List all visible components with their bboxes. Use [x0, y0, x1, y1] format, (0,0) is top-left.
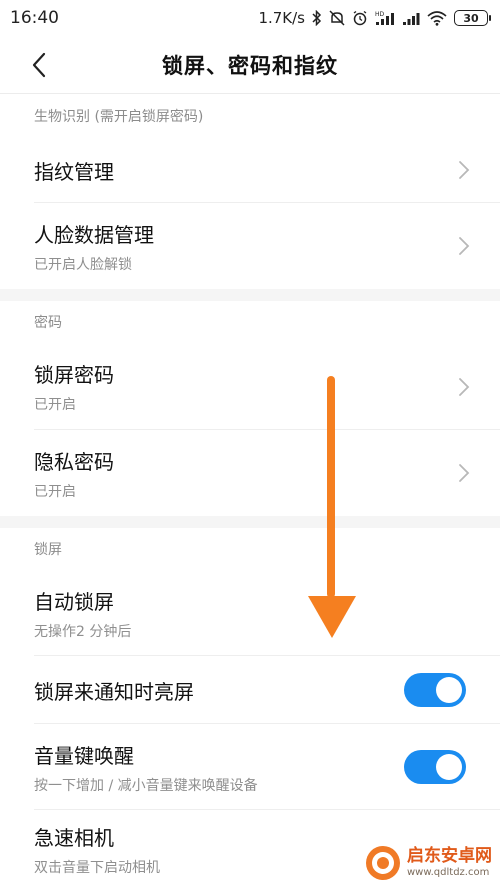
header: 锁屏、密码和指纹	[0, 36, 500, 94]
watermark-logo-icon	[366, 846, 400, 880]
alarm-icon	[352, 10, 368, 26]
volume-key-wake-toggle[interactable]	[404, 750, 466, 784]
chevron-left-icon	[32, 52, 46, 78]
row-title: 指纹管理	[34, 159, 114, 184]
wake-on-notification-toggle[interactable]	[404, 673, 466, 707]
back-button[interactable]	[22, 48, 56, 82]
row-title: 自动锁屏	[34, 589, 114, 614]
watermark: 启东安卓网 www.qdltdz.com	[365, 845, 492, 881]
row-title: 人脸数据管理	[34, 222, 154, 247]
mute-icon	[329, 10, 345, 26]
watermark-title: 启东安卓网	[407, 846, 492, 866]
section-biometrics-label: 生物识别 (需开启锁屏密码)	[34, 109, 204, 125]
section-gap	[0, 516, 500, 528]
battery-icon: 30	[454, 10, 491, 26]
status-icons: 1.7K/s HD 30	[258, 9, 491, 27]
watermark-url: www.qdltdz.com	[407, 867, 490, 878]
chevron-right-icon	[459, 464, 470, 482]
chevron-right-icon	[459, 377, 470, 396]
row-subtitle: 已开启	[34, 397, 76, 413]
hd-signal-icon: HD	[375, 10, 395, 26]
privacy-password-row[interactable]: 隐私密码 已开启	[0, 430, 500, 516]
status-bar: 16:40 1.7K/s HD 30	[0, 0, 500, 36]
wake-on-notification-row[interactable]: 锁屏来通知时亮屏	[0, 656, 500, 724]
lockscreen-password-row[interactable]: 锁屏密码 已开启	[0, 343, 500, 430]
section-lockscreen-label: 锁屏	[34, 542, 62, 558]
status-time: 16:40	[10, 8, 59, 28]
svg-text:HD: HD	[375, 11, 385, 18]
row-subtitle: 已开启人脸解锁	[34, 256, 132, 273]
wifi-icon	[427, 10, 447, 26]
row-subtitle: 已开启	[34, 483, 76, 500]
row-title: 隐私密码	[34, 449, 114, 474]
face-data-management-row[interactable]: 人脸数据管理 已开启人脸解锁	[0, 203, 500, 289]
signal-icon	[402, 10, 420, 26]
auto-lock-row[interactable]: 自动锁屏 无操作2 分钟后	[0, 570, 500, 656]
network-speed: 1.7K/s	[258, 9, 305, 27]
page-title: 锁屏、密码和指纹	[162, 53, 338, 78]
toggle-knob	[436, 754, 462, 780]
chevron-right-icon	[459, 237, 470, 255]
row-title: 锁屏密码	[34, 363, 114, 387]
fingerprint-management-row[interactable]: 指纹管理	[0, 137, 500, 203]
section-password-label: 密码	[34, 315, 62, 331]
bluetooth-icon	[312, 10, 322, 26]
section-gap	[0, 289, 500, 301]
volume-key-wake-row[interactable]: 音量键唤醒 按一下增加 / 减小音量键来唤醒设备	[0, 724, 500, 810]
row-subtitle: 无操作2 分钟后	[34, 623, 132, 640]
toggle-knob	[436, 677, 462, 703]
chevron-right-icon	[459, 161, 470, 179]
